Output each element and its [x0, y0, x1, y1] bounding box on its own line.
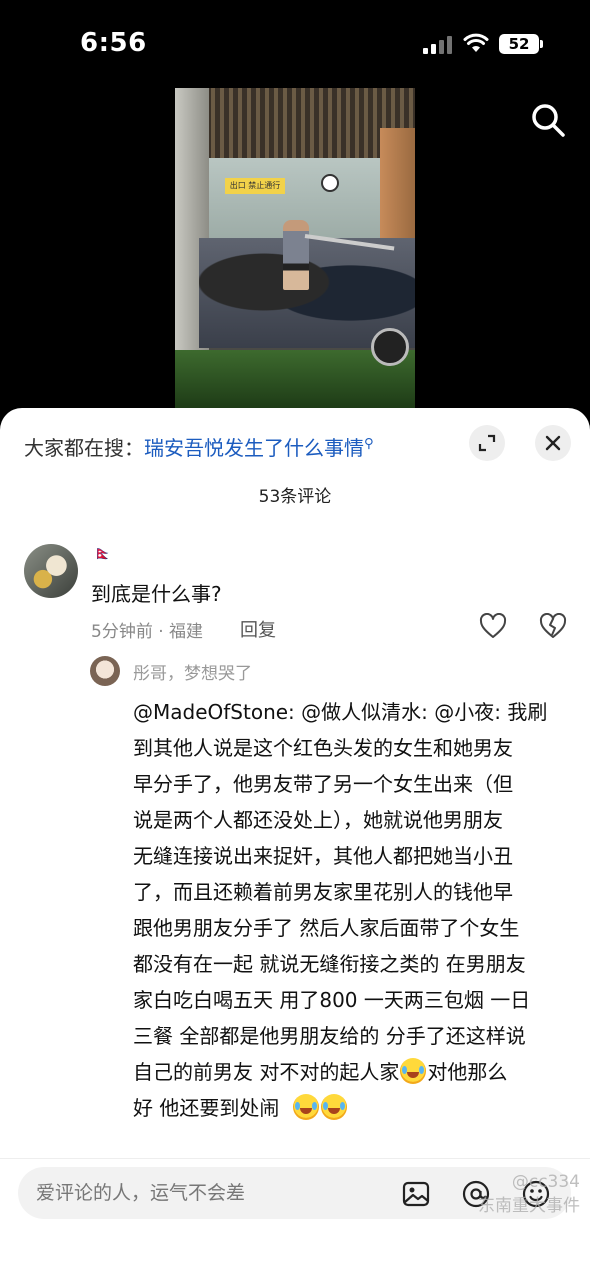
video-clock [321, 174, 339, 192]
laugh-cry-emoji [293, 1094, 320, 1120]
laugh-cry-emoji [400, 1058, 427, 1084]
watermark: @cc334 东南重大事件 [430, 1170, 580, 1218]
reply-line: 家白吃白喝五天 用了800 一天两三包烟 一日 [133, 988, 531, 1012]
reply-line: @MadeOfStone: @做人似清水: @小夜: 我刷 [133, 700, 548, 724]
reply-author[interactable]: 彤哥，梦想哭了 [133, 659, 252, 684]
reply-line: 早分手了，他男友带了另一个女生出来（但 [133, 772, 513, 796]
reply-line: 说是两个人都还没处上），她就说他男朋友 [133, 808, 503, 832]
reply-avatar[interactable] [90, 656, 120, 686]
close-button[interactable] [535, 425, 571, 461]
avatar[interactable] [24, 544, 78, 598]
comment-input[interactable] [36, 1167, 376, 1219]
search-icon[interactable] [530, 102, 566, 138]
expand-button[interactable] [469, 425, 505, 461]
trending-search[interactable]: 大家都在搜：瑞安吾悦发生了什么事情⚲ [24, 432, 374, 461]
comment-count: 53条评论 [258, 487, 332, 507]
close-icon [545, 435, 561, 451]
reply-button[interactable]: 回复 [240, 616, 276, 642]
video-player[interactable]: 出口 禁止通行 [175, 88, 415, 410]
laugh-cry-emoji [321, 1094, 348, 1120]
reply-line: 好 他还要到处闹 [133, 1090, 573, 1126]
image-icon[interactable] [401, 1179, 431, 1209]
cellular-signal-icon [423, 36, 453, 54]
battery-indicator: 52 [499, 34, 543, 54]
reply-line: 了，而且还赖着前男友家里花别人的钱他早 [133, 880, 513, 904]
watermark-handle: @cc334 [511, 1172, 580, 1192]
trending-query-link[interactable]: 瑞安吾悦发生了什么事情 [144, 436, 364, 460]
heart-icon[interactable] [479, 613, 507, 639]
comment-meta: 5分钟前 · 福建 [91, 622, 204, 642]
reply-line: 自己的前男友 对不对的起人家 对他那么 [133, 1058, 508, 1084]
comment-sheet: 大家都在搜：瑞安吾悦发生了什么事情⚲ 53条评论 🇳🇵 到底是什么事? 5分钟前… [0, 408, 590, 1280]
video-person [283, 220, 309, 290]
watermark-channel: 东南重大事件 [478, 1196, 580, 1216]
expand-icon [478, 434, 496, 452]
comment-text: 到底是什么事? [91, 582, 222, 606]
broken-heart-icon[interactable] [539, 613, 567, 639]
status-time: 6:56 [80, 28, 147, 58]
wifi-icon [463, 33, 489, 52]
reply-line: 无缝连接说出来捉奸，其他人都把她当小丑 [133, 844, 513, 868]
video-fan [371, 328, 409, 366]
status-bar: 6:56 52 [0, 0, 590, 90]
divider [0, 1158, 590, 1159]
trending-prefix: 大家都在搜： [24, 436, 144, 460]
reply-line: 跟他男朋友分手了 然后人家后面带了个女生 [133, 916, 520, 940]
small-search-icon: ⚲ [364, 436, 374, 452]
reply-line: 都没有在一起 就说无缝衔接之类的 在男朋友 [133, 952, 526, 976]
comment-author[interactable]: 🇳🇵 [94, 546, 111, 562]
video-exit-sign: 出口 禁止通行 [225, 178, 285, 194]
reply-line: 三餐 全部都是他男朋友给的 分手了还这样说 [133, 1024, 526, 1048]
reply-text: @MadeOfStone: @做人似清水: @小夜: 我刷 到其他人说是这个红色… [133, 694, 573, 1126]
reply-line: 到其他人说是这个红色头发的女生和她男友 [133, 736, 513, 760]
